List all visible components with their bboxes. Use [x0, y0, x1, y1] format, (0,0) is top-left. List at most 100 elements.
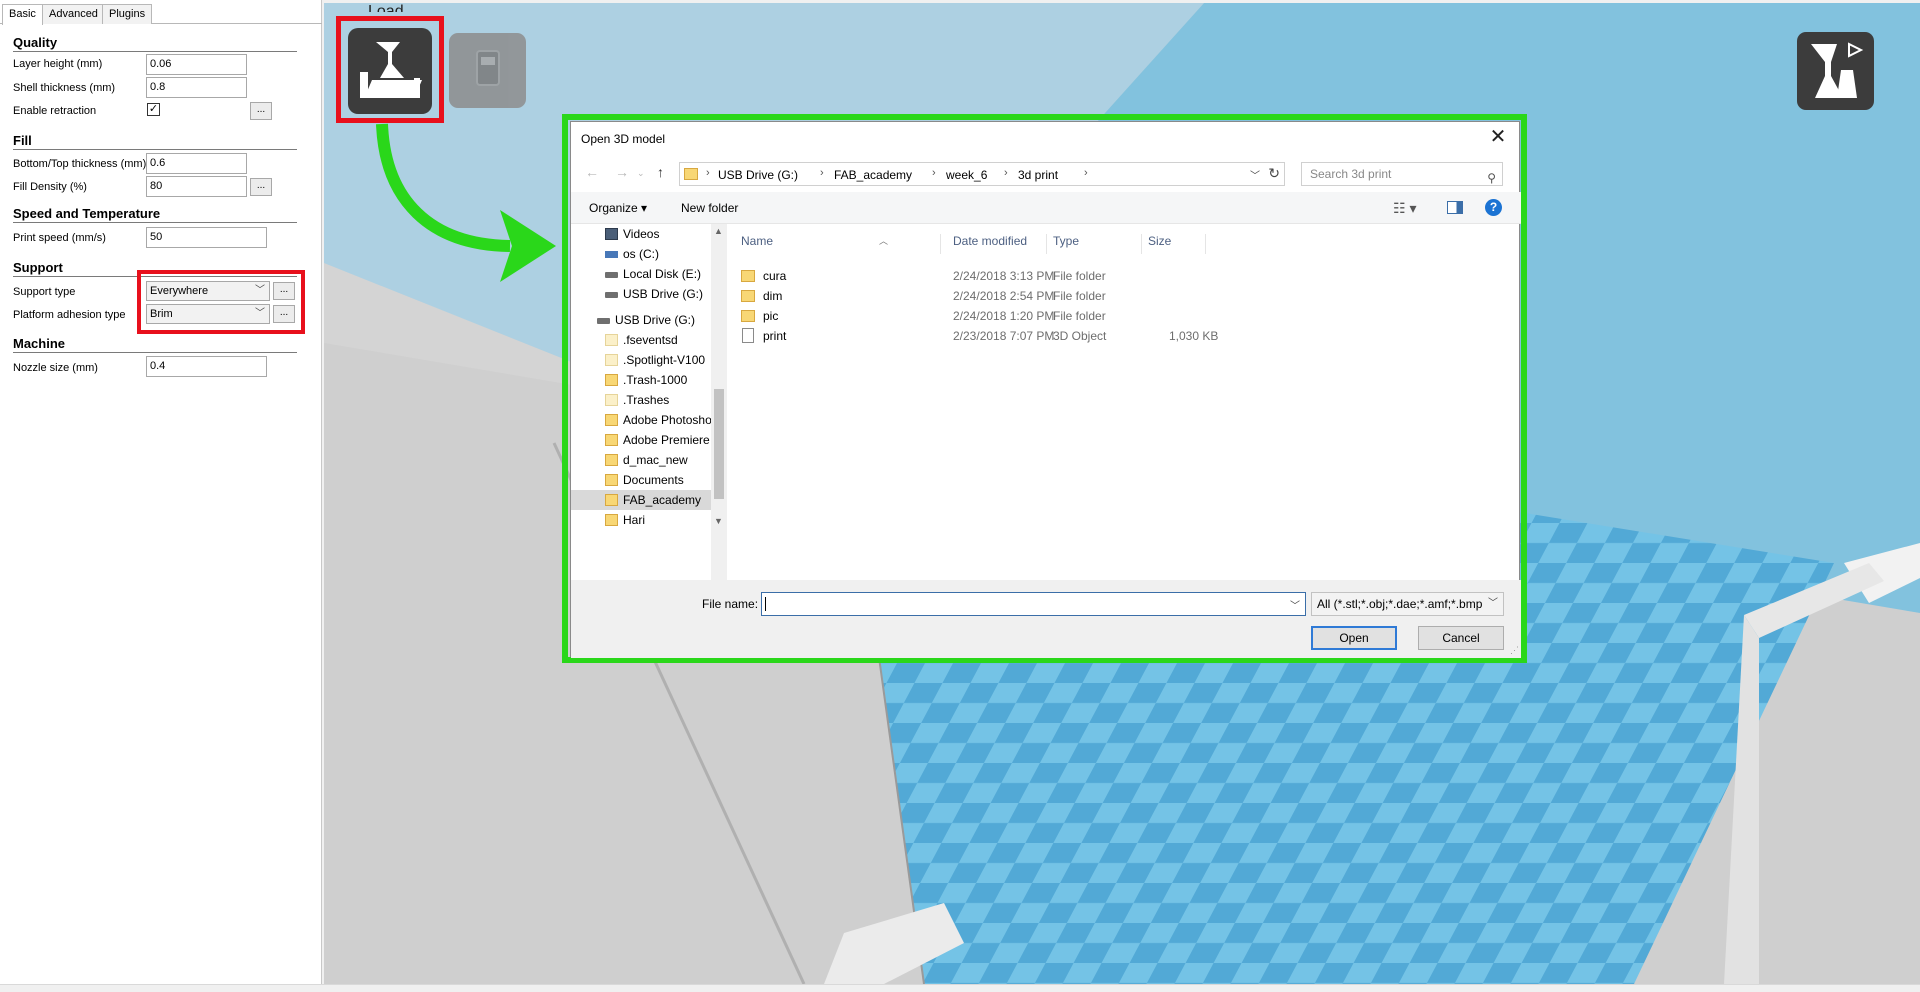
nav-item-spotlight[interactable]: .Spotlight-V100	[571, 350, 711, 370]
nav-item-documents[interactable]: Documents	[571, 470, 711, 490]
shell-thickness-input[interactable]: 0.8	[146, 77, 247, 98]
fill-options-button[interactable]: ...	[250, 178, 272, 196]
nav-item-hari[interactable]: Hari	[571, 510, 711, 530]
layer-height-input[interactable]: 0.06	[146, 54, 247, 75]
nav-item-label: USB Drive (G:)	[623, 287, 704, 301]
navigation-bar: ← → ⌄ ↑ › USB Drive (G:) › FAB_academy ›…	[571, 160, 1521, 188]
status-strip	[0, 984, 1920, 992]
column-header-type[interactable]: Type	[1047, 234, 1142, 254]
bottom-top-thickness-input[interactable]: 0.6	[146, 153, 247, 174]
file-name: cura	[763, 269, 787, 283]
file-date: 2/24/2018 2:54 PM	[953, 289, 1055, 303]
file-type: File folder	[1053, 289, 1106, 303]
nav-item-label: .Spotlight-V100	[623, 353, 706, 367]
file-type-select[interactable]: All (*.stl;*.obj;*.dae;*.amf;*.bmp ﹀	[1311, 592, 1504, 616]
folder-icon	[605, 514, 618, 526]
drive-icon	[605, 292, 618, 298]
print-speed-input[interactable]: 50	[146, 227, 267, 248]
nav-item-adobe-premiere[interactable]: Adobe Premiere	[571, 430, 711, 450]
organize-menu[interactable]: Organize ▾	[589, 201, 647, 215]
chevron-down-icon[interactable]: ▼	[714, 516, 723, 526]
file-row-dim[interactable]: dim 2/24/2018 2:54 PM File folder	[729, 286, 1519, 306]
nav-item-label: USB Drive (G:)	[615, 313, 696, 327]
videos-icon	[605, 228, 618, 240]
fill-density-label: Fill Density (%)	[13, 181, 87, 193]
breadcrumb-week-6[interactable]: week_6	[946, 168, 987, 182]
nav-item-trash-1000[interactable]: .Trash-1000	[571, 370, 711, 390]
column-header-date-modified[interactable]: Date modified	[947, 234, 1047, 254]
folder-icon	[605, 494, 618, 506]
file-row-print[interactable]: print 2/23/2018 7:07 PM 3D Object 1,030 …	[729, 326, 1519, 346]
column-label: Name	[741, 234, 774, 248]
file-name: print	[763, 329, 787, 343]
nav-item-usb-drive-g[interactable]: USB Drive (G:)	[571, 284, 711, 304]
recent-dropdown-icon[interactable]: ⌄	[637, 168, 645, 179]
load-label: Load	[368, 3, 404, 12]
help-icon[interactable]: ?	[1485, 199, 1502, 216]
folder-icon	[605, 434, 618, 446]
drive-icon	[605, 272, 618, 278]
view-options-icon[interactable]: ☷ ▾	[1393, 200, 1416, 217]
nav-item-adobe-photoshop[interactable]: Adobe Photoshop	[571, 410, 711, 430]
tab-plugins[interactable]: Plugins	[102, 4, 153, 24]
chevron-down-icon[interactable]: ﹀	[1290, 597, 1300, 612]
file-row-pic[interactable]: pic 2/24/2018 1:20 PM File folder	[729, 306, 1519, 326]
tab-advanced[interactable]: Advanced	[42, 4, 105, 24]
scrollbar-thumb[interactable]	[714, 389, 724, 499]
search-icon: ⚲	[1487, 171, 1496, 185]
column-header-size[interactable]: Size	[1142, 234, 1206, 254]
view-mode-button[interactable]	[1797, 32, 1874, 110]
close-icon[interactable]: ✕	[1487, 126, 1509, 148]
nav-item-trashes[interactable]: .Trashes	[571, 390, 711, 410]
nav-item-label: Videos	[623, 227, 660, 241]
forward-arrow-icon[interactable]: →	[615, 164, 629, 180]
sort-ascending-icon: ︿	[879, 236, 889, 246]
preview-pane-icon[interactable]	[1447, 201, 1463, 214]
breadcrumb-usb-drive[interactable]: USB Drive (G:)	[718, 168, 798, 182]
breadcrumb-3d-print[interactable]: 3d print	[1018, 168, 1058, 182]
folder-icon	[605, 334, 618, 346]
file-row-cura[interactable]: cura 2/24/2018 3:13 PM File folder	[729, 266, 1519, 286]
search-input[interactable]: Search 3d print ⚲	[1301, 162, 1503, 186]
nav-item-label: .Trash-1000	[623, 373, 688, 387]
cancel-button[interactable]: Cancel	[1418, 626, 1504, 650]
file-size: 1,030 KB	[1169, 329, 1219, 343]
address-bar[interactable]: › USB Drive (G:) › FAB_academy › week_6 …	[679, 162, 1285, 186]
new-folder-button[interactable]: New folder	[681, 201, 738, 215]
nav-item-fseventsd[interactable]: .fseventsd	[571, 330, 711, 350]
nav-item-videos[interactable]: Videos	[571, 224, 711, 244]
nav-item-usb-drive-g-root[interactable]: USB Drive (G:)	[571, 310, 711, 330]
folder-icon	[605, 474, 618, 486]
breadcrumb-fab-academy[interactable]: FAB_academy	[834, 168, 912, 182]
nav-pane-scrollbar[interactable]: ▲ ▼	[711, 224, 727, 580]
settings-tabs: Basic Advanced Plugins	[0, 4, 322, 25]
nav-item-local-disk-e[interactable]: Local Disk (E:)	[571, 264, 711, 284]
fill-density-input[interactable]: 80	[146, 176, 247, 197]
enable-retraction-label: Enable retraction	[13, 105, 97, 117]
open-button[interactable]: Open	[1311, 626, 1397, 650]
chevron-up-icon[interactable]: ▲	[714, 226, 723, 236]
search-placeholder: Search 3d print	[1310, 167, 1392, 181]
enable-retraction-checkbox[interactable]: ✓	[147, 103, 160, 116]
tab-basic[interactable]: Basic	[2, 4, 43, 25]
file-name-input[interactable]: ﹀	[761, 592, 1306, 616]
nav-item-os-c[interactable]: os (C:)	[571, 244, 711, 264]
folder-icon	[741, 290, 755, 302]
back-arrow-icon[interactable]: ←	[585, 164, 599, 180]
section-quality: Quality	[13, 35, 297, 52]
settings-panel: Basic Advanced Plugins Quality Layer hei…	[0, 0, 322, 984]
chevron-down-icon[interactable]: ﹀	[1250, 167, 1260, 182]
retraction-options-button[interactable]: ...	[250, 102, 272, 120]
nav-item-label: FAB_academy	[623, 493, 702, 507]
resize-grip-icon[interactable]: ⋰	[1510, 645, 1519, 656]
up-arrow-icon[interactable]: ↑	[657, 164, 664, 180]
nav-item-fab-academy[interactable]: FAB_academy	[571, 490, 711, 510]
nozzle-size-input[interactable]: 0.4	[146, 356, 267, 377]
platform-adhesion-label: Platform adhesion type	[13, 309, 126, 321]
nav-item-d-mac-new[interactable]: d_mac_new	[571, 450, 711, 470]
nav-item-label: os (C:)	[623, 247, 659, 261]
save-to-sd-button[interactable]	[449, 33, 526, 108]
column-header-name[interactable]: Name ︿	[735, 234, 941, 254]
refresh-icon[interactable]: ↻	[1268, 165, 1280, 182]
layer-height-label: Layer height (mm)	[13, 58, 103, 70]
